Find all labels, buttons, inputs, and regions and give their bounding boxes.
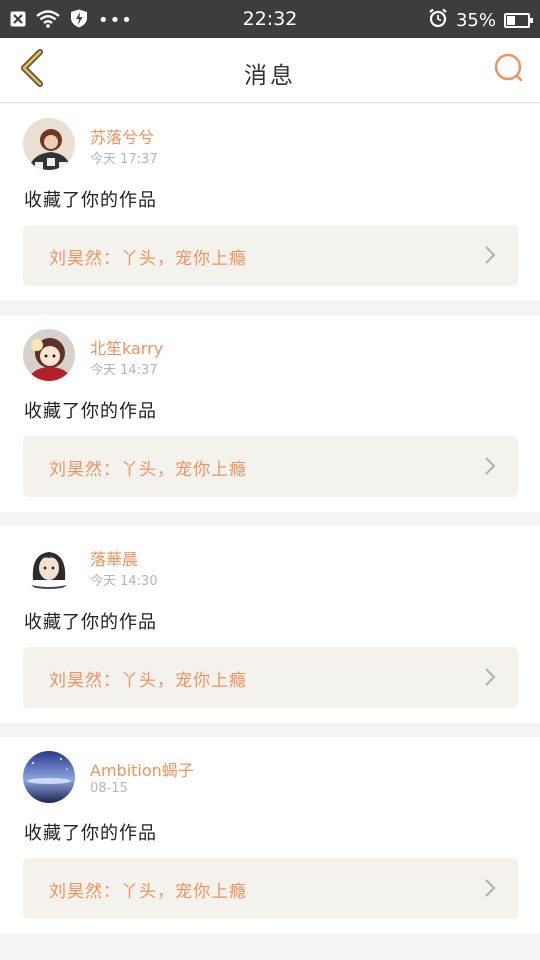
timestamp: 今天 14:30 [90,574,158,589]
chevron-right-icon [484,245,496,269]
chevron-right-icon [484,878,496,902]
username[interactable]: Ambition蝎子 [90,757,194,781]
work-title: 刘昊然：丫头，宠你上瘾 [49,249,247,269]
timestamp: 今天 17:37 [90,152,158,167]
action-text: 收藏了你的作品 [24,401,157,422]
battery-percent: 35% [455,10,496,31]
action-text: 收藏了你的作品 [24,823,157,844]
avatar[interactable] [23,118,75,170]
timestamp: 今天 14:37 [90,363,158,378]
message-card: 北笙karry 今天 14:37 收藏了你的作品 刘昊然：丫头，宠你上瘾 [0,315,540,512]
search-icon [493,52,525,88]
avatar[interactable] [23,751,75,803]
work-link[interactable]: 刘昊然：丫头，宠你上瘾 [23,647,518,708]
username[interactable]: 苏落兮兮 [90,124,154,148]
work-link[interactable]: 刘昊然：丫头，宠你上瘾 [23,225,518,286]
action-text: 收藏了你的作品 [24,190,157,211]
message-card: Ambition蝎子 08-15 收藏了你的作品 刘昊然：丫头，宠你上瘾 [0,737,540,934]
username[interactable]: 北笙karry [90,335,163,359]
app-header: 消息 [0,38,540,103]
battery-level [507,16,515,25]
action-text: 收藏了你的作品 [24,612,157,633]
message-card: 落華晨 今天 14:30 收藏了你的作品 刘昊然：丫头，宠你上瘾 [0,526,540,723]
work-link[interactable]: 刘昊然：丫头，宠你上瘾 [23,436,518,497]
status-bar: ••• 22:32 35% [0,0,540,38]
work-title: 刘昊然：丫头，宠你上瘾 [49,671,247,691]
page-title: 消息 [244,63,296,89]
work-title: 刘昊然：丫头，宠你上瘾 [49,460,247,480]
chevron-right-icon [484,667,496,691]
chevron-right-icon [484,456,496,480]
work-title: 刘昊然：丫头，宠你上瘾 [49,882,247,902]
message-card: 苏落兮兮 今天 17:37 收藏了你的作品 刘昊然：丫头，宠你上瘾 [0,104,540,301]
alarm-clock-icon [428,8,448,33]
avatar[interactable] [23,329,75,381]
work-link[interactable]: 刘昊然：丫头，宠你上瘾 [23,858,518,919]
avatar[interactable] [23,540,75,592]
username[interactable]: 落華晨 [90,546,138,570]
timestamp: 08-15 [90,781,128,796]
message-list: 苏落兮兮 今天 17:37 收藏了你的作品 刘昊然：丫头，宠你上瘾 北笙karr… [0,104,540,948]
search-button[interactable] [490,51,528,89]
status-right-icons: 35% [428,8,533,33]
battery-icon [504,13,533,28]
